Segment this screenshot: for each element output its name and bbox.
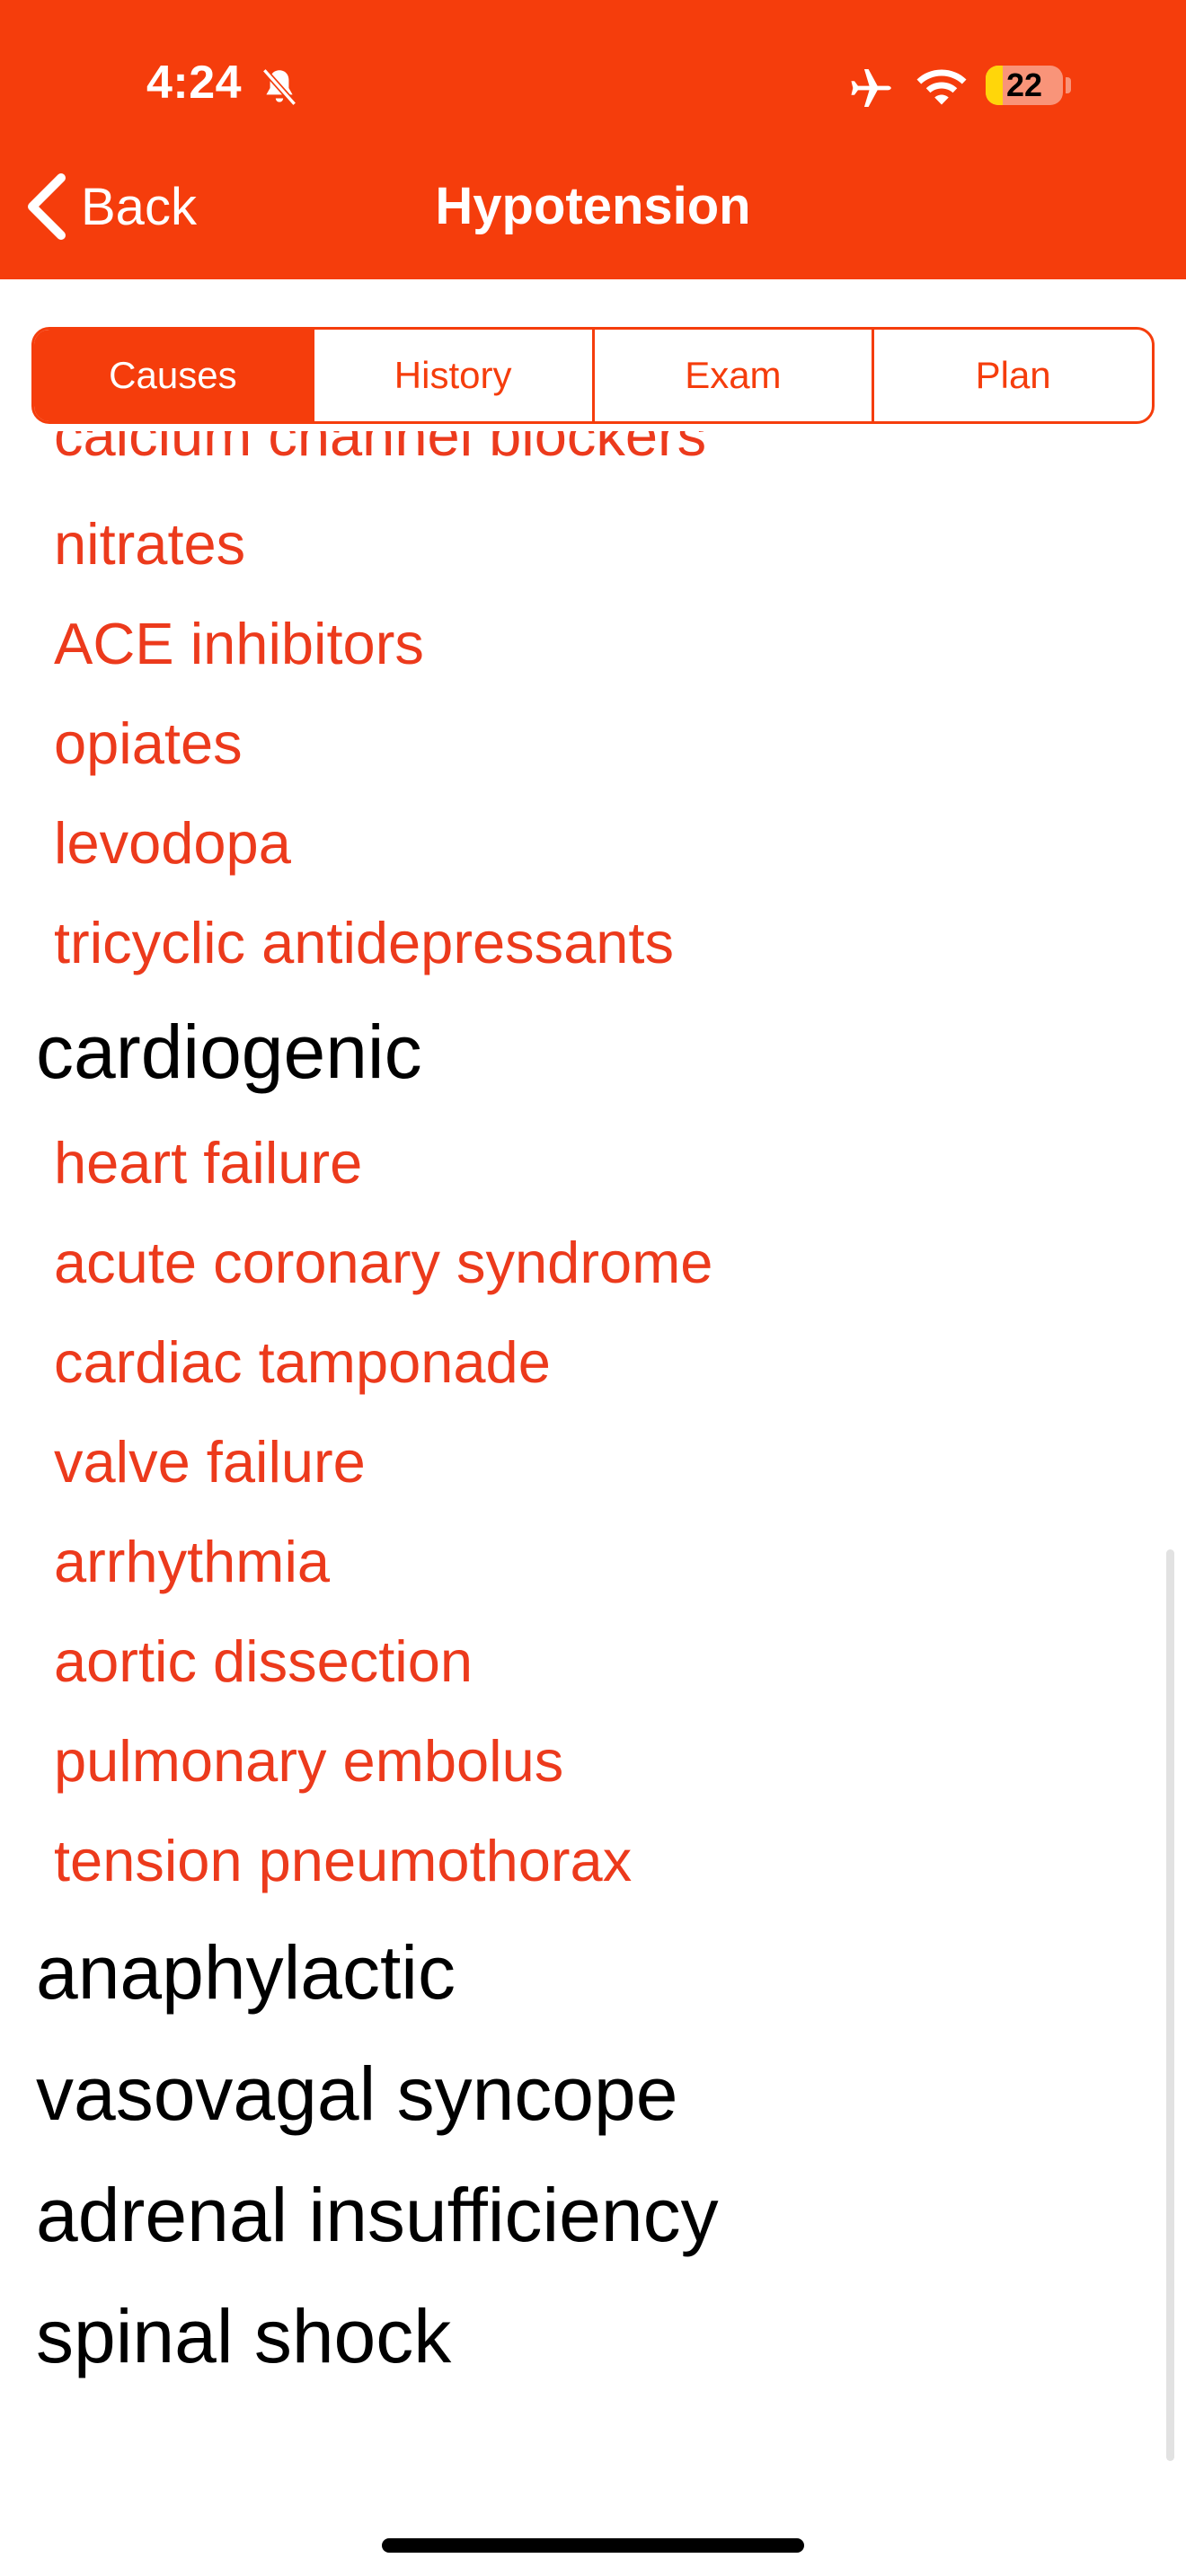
battery-cap (1066, 77, 1071, 93)
list-item: heart failure (54, 1130, 363, 1195)
section-heading-vasovagal: vasovagal syncope (36, 2051, 678, 2136)
airplane-mode-icon (851, 69, 891, 107)
status-time: 4:24 (146, 57, 243, 109)
section-heading-cardiogenic: cardiogenic (36, 1010, 422, 1094)
home-indicator[interactable] (382, 2538, 804, 2553)
list-item: calcium channel blockers (54, 431, 707, 468)
tab-exam[interactable]: Exam (591, 330, 872, 421)
section-tabs: Causes History Exam Plan (31, 327, 1155, 424)
list-item: opiates (54, 710, 243, 776)
section-heading-anaphylactic: anaphylactic (36, 1930, 456, 2015)
list-item: arrhythmia (54, 1529, 331, 1594)
battery-indicator: 22 (986, 66, 1063, 105)
list-item: nitrates (54, 511, 246, 577)
battery-percentage: 22 (1005, 66, 1043, 103)
tab-plan[interactable]: Plan (872, 330, 1152, 421)
nav-header: 4:24 22 Back Hypotension (0, 0, 1186, 279)
section-heading-spinal-shock: spinal shock (36, 2294, 452, 2378)
list-item: levodopa (54, 810, 291, 876)
list-item: acute coronary syndrome (54, 1230, 713, 1295)
list-item: tricyclic antidepressants (54, 910, 674, 975)
wifi-icon (916, 69, 967, 105)
bell-muted-icon (261, 68, 297, 106)
list-item: tension pneumothorax (54, 1828, 633, 1893)
list-item: cardiac tamponade (54, 1329, 551, 1395)
tab-causes[interactable]: Causes (34, 330, 312, 421)
tab-history[interactable]: History (311, 330, 592, 421)
section-heading-adrenal: adrenal insufficiency (36, 2173, 719, 2257)
list-item: aortic dissection (54, 1628, 474, 1694)
vertical-scrollbar[interactable] (1166, 1549, 1174, 2461)
list-item: valve failure (54, 1429, 366, 1495)
list-item: pulmonary embolus (54, 1728, 564, 1794)
causes-list: calcium channel blockers nitrates ACE in… (0, 431, 1186, 2497)
page-title: Hypotension (435, 177, 751, 235)
list-item: ACE inhibitors (54, 611, 424, 676)
